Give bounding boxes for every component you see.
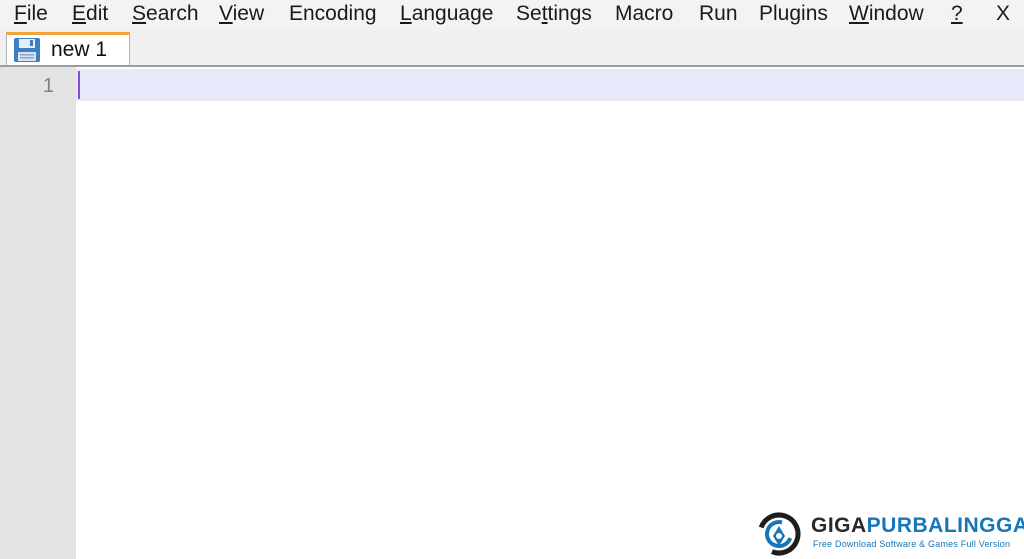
close-document-button[interactable]: X [996,1,1010,27]
menu-window[interactable]: Window [849,1,924,27]
watermark-tagline: Free Download Software & Games Full Vers… [813,539,1011,549]
menu-file[interactable]: File [14,1,48,27]
menu-accelerator-letter: F [14,2,27,25]
menu-accelerator-letter: W [849,2,869,25]
text-caret [78,71,80,99]
watermark-title-part2: PURBALINGGA [866,514,1024,537]
tab-label: new 1 [51,38,108,61]
menu-edit[interactable]: Edit [72,1,108,27]
save-disk-icon [14,38,40,62]
menu-language[interactable]: Language [400,1,493,27]
menu-view[interactable]: View [219,1,264,27]
menu-accelerator-letter: V [219,2,233,25]
menu-accelerator-letter: L [400,2,412,25]
watermark-title: GIGAPURBALINGGA [811,514,1024,538]
current-line-highlight [76,69,1024,101]
notepad-window: File Edit Search View Encoding Language … [0,0,1024,559]
tab-bar: new 1 [0,30,1024,66]
menu-settings[interactable]: Settings [516,1,592,27]
menu-accelerator-letter: ? [951,2,963,25]
menu-accelerator-letter: E [72,2,87,25]
watermark-title-part1: GIGA [811,514,867,537]
watermark: GIGAPURBALINGGA Free Download Software &… [757,510,1024,556]
menu-help[interactable]: ? [951,1,963,27]
tab-new-1[interactable]: new 1 [6,32,130,65]
editor-pane: 1 [0,67,1024,559]
menu-bar: File Edit Search View Encoding Language … [0,0,1024,30]
menu-search[interactable]: Search [132,1,199,27]
line-number: 1 [42,75,54,97]
gigapurbalingga-logo-icon [757,512,801,556]
line-number-gutter: 1 [0,67,76,559]
menu-run[interactable]: Run [699,1,738,27]
menu-accelerator-letter: t [541,2,548,25]
text-editor-area[interactable] [76,67,1024,559]
menu-plugins[interactable]: Plugins [759,1,828,27]
menu-macro[interactable]: Macro [615,1,673,27]
menu-encoding[interactable]: Encoding [289,1,377,27]
menu-accelerator-letter: S [132,2,147,25]
